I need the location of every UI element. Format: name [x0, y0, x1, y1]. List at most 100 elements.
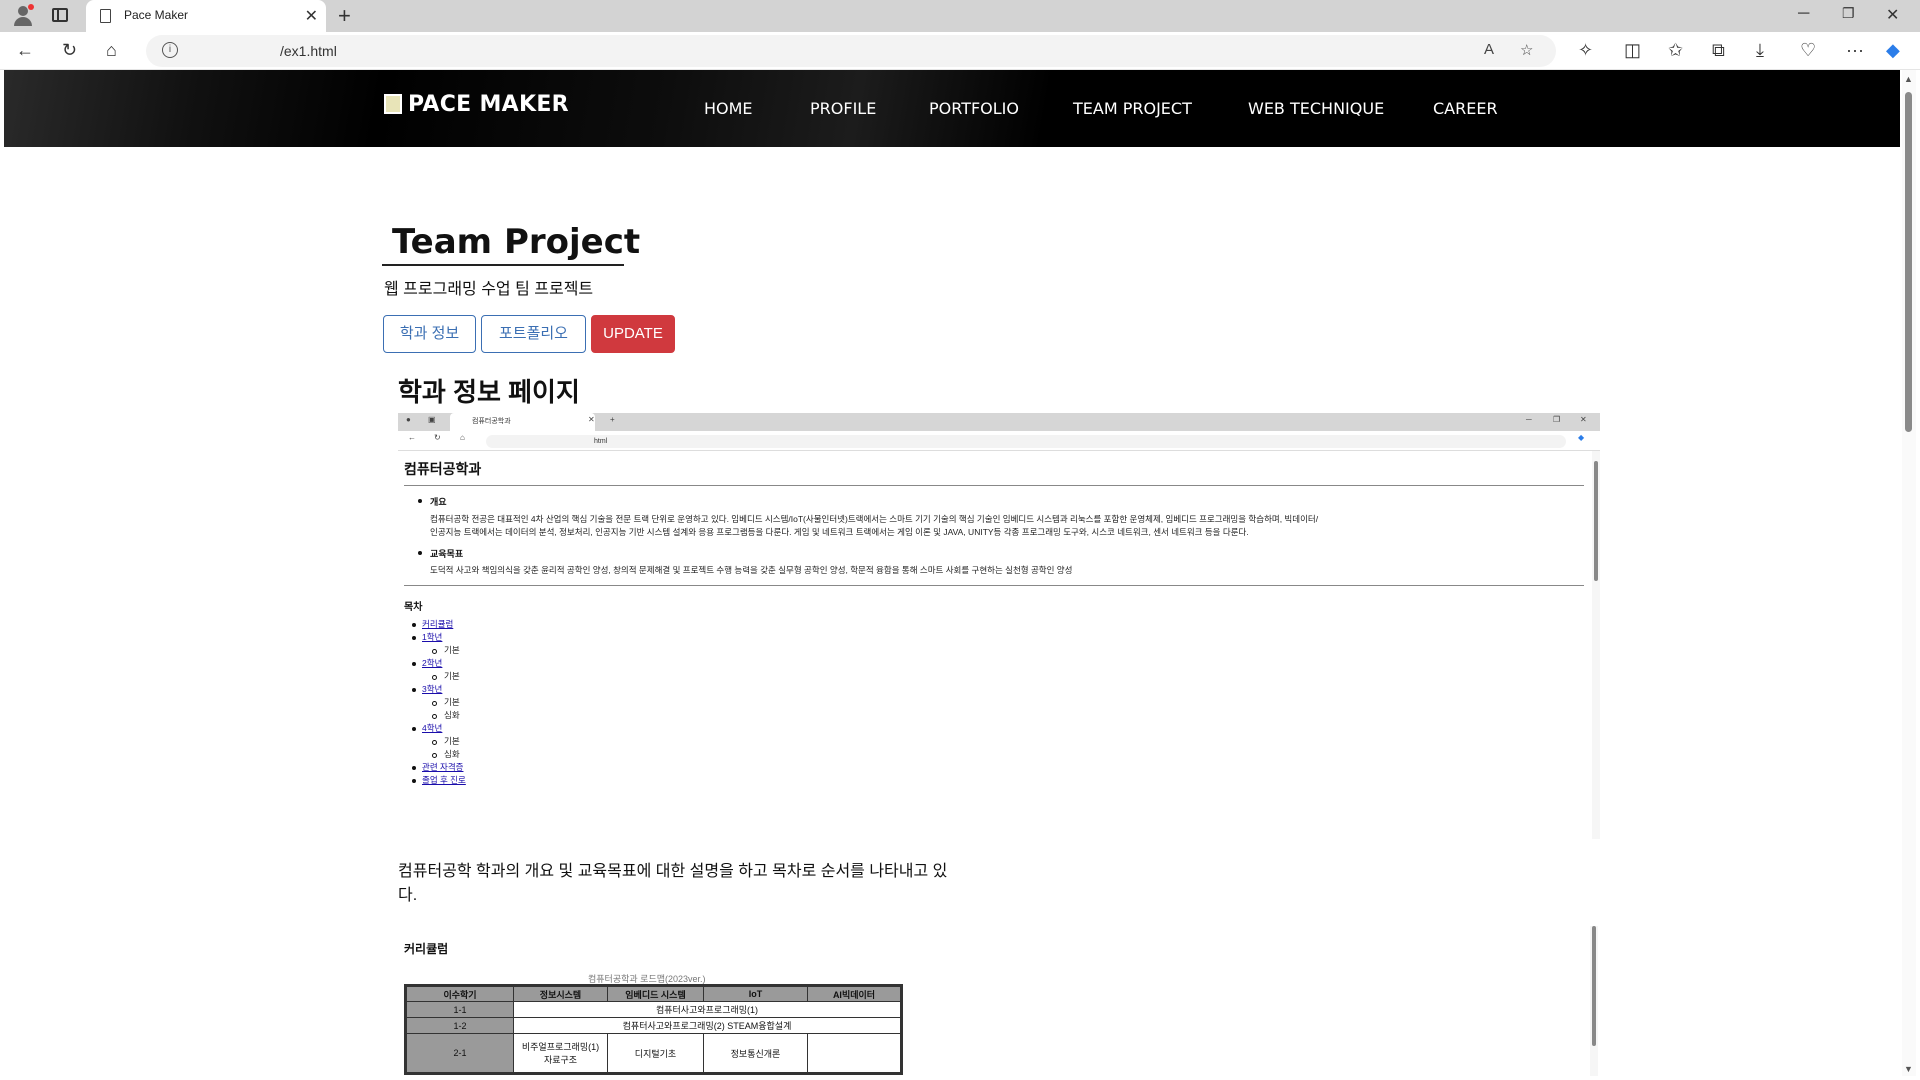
browser-essentials-icon[interactable]: ♡	[1800, 38, 1816, 62]
tab-title: Pace Maker	[124, 8, 189, 22]
reload-icon[interactable]: ↻	[62, 38, 77, 62]
home-icon[interactable]: ⌂	[106, 38, 117, 62]
shot-new-tab-icon: +	[610, 415, 615, 424]
split-screen-icon[interactable]: ◫	[1624, 38, 1641, 62]
toc-curriculum-link[interactable]: 커리큘럼	[422, 618, 453, 630]
shot-close-tab-icon: ✕	[588, 415, 595, 424]
bullet	[418, 499, 422, 503]
logo-icon	[384, 94, 402, 114]
extensions-icon[interactable]: ✧	[1578, 38, 1593, 62]
page-viewport: PACE MAKER HOME PROFILE PORTFOLIO TEAM P…	[4, 70, 1900, 1076]
restore-icon[interactable]: ❐	[1842, 5, 1855, 22]
info-icon[interactable]: i	[162, 42, 178, 58]
downloads-icon[interactable]: ⤓	[1756, 38, 1764, 62]
dept-info-button[interactable]: 학과 정보	[383, 315, 476, 353]
nav-web-technique[interactable]: WEB TECHNIQUE	[1248, 99, 1384, 118]
page-icon	[100, 9, 111, 23]
update-button[interactable]: UPDATE	[591, 315, 675, 353]
title-underline	[382, 264, 624, 266]
sub-bullet	[432, 714, 437, 719]
roadmap-table: 이수학기 정보시스템 임베디드 시스템 IoT AI빅데이터 1-1 컴퓨터사고…	[404, 984, 903, 1075]
course-visual-programming: 비주얼프로그래밍(1)	[521, 1042, 600, 1052]
sub-bullet	[432, 675, 437, 680]
more-menu-icon[interactable]: ···	[1846, 38, 1864, 62]
nav-profile[interactable]: PROFILE	[810, 99, 876, 118]
course-cell: 컴퓨터사고와프로그래밍(1)	[513, 1001, 902, 1018]
shot-reload-icon: ↻	[434, 433, 441, 442]
shot-back-icon: ←	[408, 433, 416, 442]
shot-tab: 컴퓨터공학과	[450, 413, 595, 431]
read-aloud-icon[interactable]: A	[1484, 41, 1494, 58]
toc-year3-link[interactable]: 3학년	[422, 683, 442, 695]
dept-info-screenshot: ● ▣ 컴퓨터공학과 ✕ + ─ ❐ ✕ ← ↻ ⌂ ◆ html 컴퓨터공학과…	[398, 413, 1600, 839]
close-tab-icon[interactable]: ✕	[305, 6, 318, 26]
course-cell	[807, 1033, 902, 1074]
section-title: 학과 정보 페이지	[398, 377, 580, 407]
favorites-icon[interactable]: ✩	[1668, 38, 1683, 62]
shot2-scrollbar	[1590, 926, 1598, 1076]
shot-url: html	[594, 438, 608, 445]
profile-icon[interactable]	[12, 4, 34, 26]
curriculum-screenshot: 커리큘럼 컴퓨터공학과 로드맵(2023ver.) 이수학기 정보시스템 임베디…	[398, 926, 1600, 1076]
toc-year4-basic: 기본	[444, 736, 460, 746]
toc-year3-basic: 기본	[444, 697, 460, 707]
collections-icon[interactable]: ⧉	[1712, 38, 1725, 62]
scroll-down-icon[interactable]: ▼	[1904, 1064, 1913, 1074]
col-ai-bigdata: AI빅데이터	[807, 985, 902, 1002]
bullet	[412, 662, 416, 666]
page-scrollbar[interactable]: ▲ ▼	[1902, 70, 1916, 1076]
nav-team-project[interactable]: TEAM PROJECT	[1073, 99, 1192, 118]
brand-logo[interactable]: PACE MAKER	[384, 92, 569, 117]
sub-bullet	[432, 701, 437, 706]
term-cell: 1-2	[405, 1017, 514, 1034]
curriculum-heading: 커리큘럼	[404, 942, 449, 956]
shot-body: 컴퓨터공학과 개요 컴퓨터공학 전공은 대표적인 4차 산업의 핵심 기술을 전…	[398, 451, 1592, 839]
shot-scrollbar	[1592, 451, 1600, 839]
nav-portfolio[interactable]: PORTFOLIO	[929, 99, 1019, 118]
nav-career[interactable]: CAREER	[1433, 99, 1498, 118]
term-cell: 1-1	[405, 1001, 514, 1018]
shot-address-bar: html	[486, 435, 1566, 448]
shot-heading: 컴퓨터공학과	[404, 461, 482, 477]
scroll-up-icon[interactable]: ▲	[1904, 74, 1913, 84]
col-iot: IoT	[703, 985, 808, 1002]
col-embedded: 임베디드 시스템	[607, 985, 704, 1002]
bullet	[412, 766, 416, 770]
copilot-icon[interactable]: ◆	[1886, 38, 1900, 62]
goal-label: 교육목표	[430, 549, 464, 559]
sub-bullet	[432, 649, 437, 654]
page-subtitle: 웹 프로그래밍 수업 팀 프로젝트	[384, 281, 594, 298]
scrollbar-thumb[interactable]	[1905, 92, 1912, 432]
bullet	[412, 779, 416, 783]
bullet	[412, 688, 416, 692]
sub-bullet	[432, 740, 437, 745]
browser-tab[interactable]: Pace Maker ✕	[86, 0, 326, 32]
bullet	[418, 551, 422, 555]
portfolio-button[interactable]: 포트폴리오	[481, 315, 586, 353]
course-cell: 정보통신개론	[703, 1033, 808, 1074]
tab-actions-icon[interactable]	[52, 8, 68, 22]
overview-text-2: 인공지능 트랙에서는 데이터의 분석, 정보처리, 인공지능 기반 시스템 설계…	[430, 527, 1249, 537]
shot-close-icon: ✕	[1580, 415, 1587, 424]
shot-profile-icon: ●	[406, 415, 411, 424]
toc-year1-link[interactable]: 1학년	[422, 631, 442, 643]
course-cell: 비주얼프로그래밍(1) 자료구조	[513, 1033, 608, 1074]
nav-home[interactable]: HOME	[704, 99, 753, 118]
col-term: 이수학기	[405, 985, 514, 1002]
browser-window: Pace Maker ✕ + ─ ❐ ✕ ← ↻ ⌂ i /ex1.html A…	[0, 0, 1920, 1080]
shot-home-icon: ⌂	[460, 433, 465, 442]
toc-certs-link[interactable]: 관련 자격증	[422, 761, 463, 773]
back-icon[interactable]: ←	[16, 38, 34, 62]
toc-career-link[interactable]: 졸업 후 진로	[422, 774, 466, 786]
close-icon[interactable]: ✕	[1886, 5, 1899, 25]
address-bar[interactable]: i /ex1.html A ☆	[146, 35, 1556, 67]
minimize-icon[interactable]: ─	[1798, 5, 1809, 23]
toc-year3-advanced: 심화	[444, 710, 460, 720]
new-tab-icon[interactable]: +	[338, 3, 351, 29]
toc-year4-link[interactable]: 4학년	[422, 722, 442, 734]
shot-minimize-icon: ─	[1526, 415, 1532, 424]
url-text: /ex1.html	[280, 43, 337, 59]
toc-year2-link[interactable]: 2학년	[422, 657, 442, 669]
favorite-star-icon[interactable]: ☆	[1520, 41, 1533, 59]
sub-bullet	[432, 753, 437, 758]
